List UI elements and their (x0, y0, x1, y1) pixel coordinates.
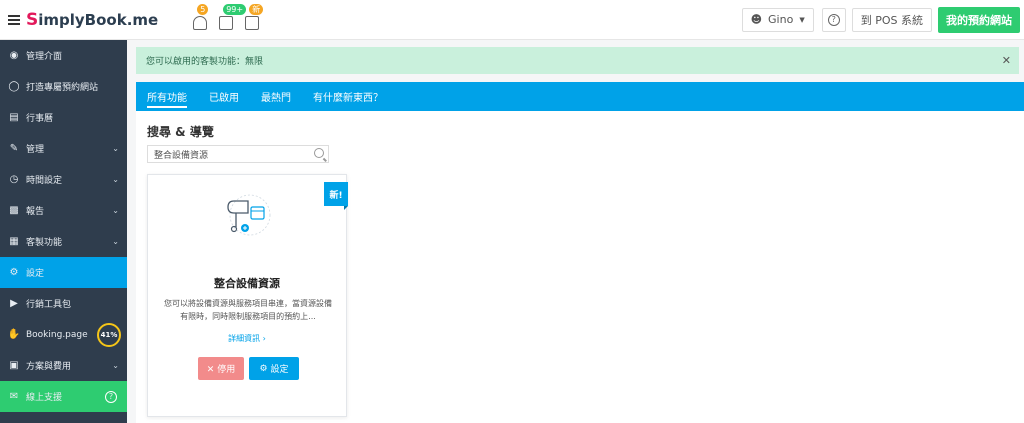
user-menu-button[interactable]: ☻ Gino ▼ (741, 7, 814, 32)
equipment-illustration-icon (227, 194, 271, 236)
sidebar-item-label: 行事曆 (26, 114, 54, 124)
tab-bar: 所有功能 已啟用 最熱門 有什麼新東西？ (136, 82, 1024, 111)
search-icon[interactable] (314, 148, 324, 158)
tab-enabled[interactable]: 已啟用 (209, 82, 239, 111)
chevron-down-icon: ⌄ (112, 361, 119, 370)
gear-icon: ⚙ (259, 363, 268, 374)
progress-badge: 41% (97, 322, 121, 347)
help-button[interactable]: ? (821, 7, 846, 32)
chevron-down-icon: ⌄ (112, 144, 119, 153)
sidebar-item-website[interactable]: ◯ 打造專屬預約網站 (0, 71, 127, 102)
chevron-down-icon: ⌄ (112, 175, 119, 184)
chat-icon: ✉ (9, 391, 19, 402)
notification-badge: 5 (197, 3, 209, 15)
dashboard-icon: ◉ (9, 50, 19, 61)
user-icon: ☻ (750, 13, 763, 26)
chevron-down-icon: ⌄ (112, 206, 119, 215)
menu-icon[interactable] (8, 14, 20, 25)
gear-icon: ⚙ (9, 267, 19, 278)
pos-button[interactable]: 到 POS 系統 (851, 7, 932, 32)
logo-text: implyBook (38, 10, 127, 29)
sidebar-item-time-settings[interactable]: ◷ 時間設定 ⌄ (0, 164, 127, 195)
question-icon: ? (105, 390, 117, 403)
clock-icon: ◷ (9, 174, 19, 185)
my-booking-site-button[interactable]: 我的預約網站 (938, 6, 1020, 33)
question-icon: ? (827, 13, 840, 26)
sidebar-item-booking-page[interactable]: ✋ Booking.page 41% (0, 319, 127, 350)
sidebar-item-label: 管理 (26, 145, 45, 155)
bulb-icon: ◯ (8, 81, 20, 92)
sidebar-item-dashboard[interactable]: ◉ 管理介面 (0, 40, 127, 71)
search-input[interactable]: 整合設備資源 (147, 145, 329, 163)
top-bar: SimplyBook .me 5 99+ 新 ☻ Gino ▼ ? 到 POS 系… (0, 0, 1024, 40)
feature-card: 新! 整合設備資源 您可以將設備資源與服務項目串連，當資源設備有限時，同時限制服… (147, 174, 348, 417)
sidebar-item-calendar[interactable]: ▤ 行事曆 (0, 102, 127, 133)
sidebar-item-label: 管理介面 (26, 52, 63, 62)
sidebar-item-label: Booking.page (26, 329, 88, 340)
pencil-icon: ✎ (9, 143, 19, 154)
details-link[interactable]: 詳細資訊 › (148, 333, 346, 344)
logo-letter: S (26, 9, 39, 30)
sidebar-item-label: 客製功能 (26, 238, 63, 248)
disable-button[interactable]: ✕ 停用 (198, 357, 244, 380)
chevron-down-icon: ▼ (799, 15, 805, 24)
bell-icon[interactable]: 5 (193, 3, 209, 30)
tab-whats-new[interactable]: 有什麼新東西？ (313, 82, 383, 111)
new-badge: 新 (249, 3, 264, 15)
calendar-icon: ▤ (9, 112, 19, 123)
tab-all-features[interactable]: 所有功能 (147, 82, 187, 111)
logo-suffix: .me (126, 10, 159, 29)
settings-button[interactable]: ⚙ 設定 (249, 357, 299, 380)
section-title: 搜尋 & 導覽 (147, 125, 214, 139)
card-title: 整合設備資源 (214, 277, 280, 290)
gift-icon: ▦ (9, 236, 19, 247)
money-icon: ▣ (9, 360, 19, 371)
content-panel: 搜尋 & 導覽 整合設備資源 新! 整合設備資源 您可以將設備資源與服務項目串連… (136, 111, 1024, 423)
sidebar-item-label: 行銷工具包 (26, 300, 72, 310)
calendar-icon[interactable]: 新 (245, 3, 264, 30)
megaphone-icon: ▶ (10, 298, 18, 309)
search-value: 整合設備資源 (154, 150, 209, 161)
task-icon[interactable]: 99+ (219, 3, 247, 30)
sidebar-item-settings[interactable]: ⚙ 設定 (0, 257, 127, 288)
sidebar-item-plans[interactable]: ▣ 方案與費用 ⌄ (0, 350, 127, 381)
main-area: 您可以啟用的客製功能：無限 ✕ 所有功能 已啟用 最熱門 有什麼新東西？ 搜尋 … (127, 40, 1024, 423)
logo[interactable]: SimplyBook .me (26, 10, 158, 30)
sidebar-item-support[interactable]: ✉ 線上支援? (0, 381, 127, 412)
sidebar-item-label: 打造專屬預約網站 (26, 83, 99, 93)
settings-button-label: 設定 (270, 365, 289, 375)
hand-icon: ✋ (7, 329, 21, 340)
sidebar-item-label: 設定 (26, 269, 45, 279)
sidebar-item-label: 報告 (26, 207, 45, 217)
card-description: 您可以將設備資源與服務項目串連，當資源設備有限時，同時限制服務項目的預約上... (164, 299, 332, 321)
sidebar-item-custom-features[interactable]: ▦ 客製功能 ⌄ (0, 226, 127, 257)
alert-text: 您可以啟用的客製功能：無限 (146, 57, 264, 67)
sidebar-item-marketing[interactable]: ▶ 行銷工具包 (0, 288, 127, 319)
sidebar-item-manage[interactable]: ✎ 管理 ⌄ (0, 133, 127, 164)
sidebar-item-label: 方案與費用 (26, 362, 72, 372)
task-badge: 99+ (223, 3, 247, 15)
close-icon[interactable]: ✕ (1002, 54, 1011, 67)
info-alert: 您可以啟用的客製功能：無限 ✕ (136, 47, 1019, 74)
new-ribbon: 新! (324, 182, 348, 210)
sidebar-item-label: 線上支援 (26, 393, 63, 403)
chart-icon: ▩ (9, 205, 19, 216)
sidebar-item-label: 時間設定 (26, 176, 63, 186)
sidebar: ◉ 管理介面 ◯ 打造專屬預約網站 ▤ 行事曆 ✎ 管理 ⌄ ◷ 時間設定 ⌄ ▩ 報告 ⌄ ▦ 客… (0, 40, 127, 423)
user-name: Gino (768, 13, 794, 26)
chevron-down-icon: ⌄ (112, 237, 119, 246)
sidebar-item-reports[interactable]: ▩ 報告 ⌄ (0, 195, 127, 226)
tab-popular[interactable]: 最熱門 (261, 82, 291, 111)
